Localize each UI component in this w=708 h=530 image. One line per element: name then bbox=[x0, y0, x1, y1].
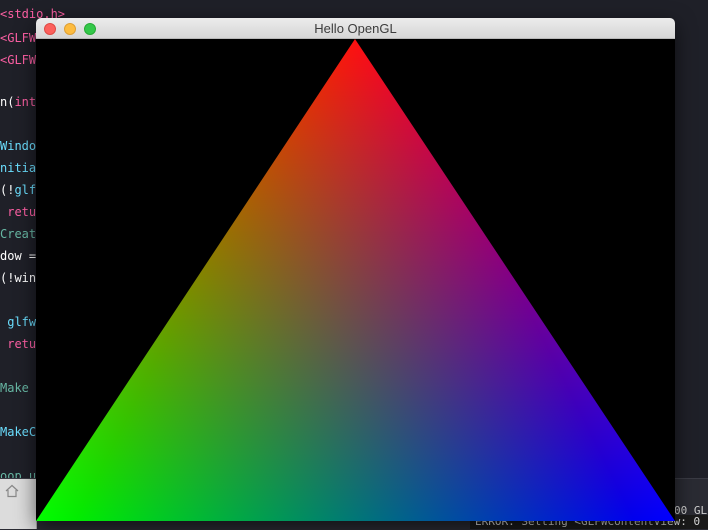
code-token: n( bbox=[0, 95, 15, 109]
code-line: n(int bbox=[0, 95, 36, 109]
code-token: (! bbox=[0, 183, 15, 197]
rendered-scene bbox=[36, 39, 675, 521]
home-icon[interactable] bbox=[5, 484, 19, 498]
minimize-button[interactable] bbox=[64, 23, 76, 35]
code-token: int bbox=[14, 95, 37, 109]
opengl-viewport[interactable] bbox=[36, 39, 675, 521]
close-button[interactable] bbox=[44, 23, 56, 35]
opengl-window[interactable]: Hello OpenGL bbox=[36, 18, 675, 521]
window-title: Hello OpenGL bbox=[314, 21, 397, 36]
window-titlebar[interactable]: Hello OpenGL bbox=[36, 18, 675, 39]
zoom-button[interactable] bbox=[84, 23, 96, 35]
